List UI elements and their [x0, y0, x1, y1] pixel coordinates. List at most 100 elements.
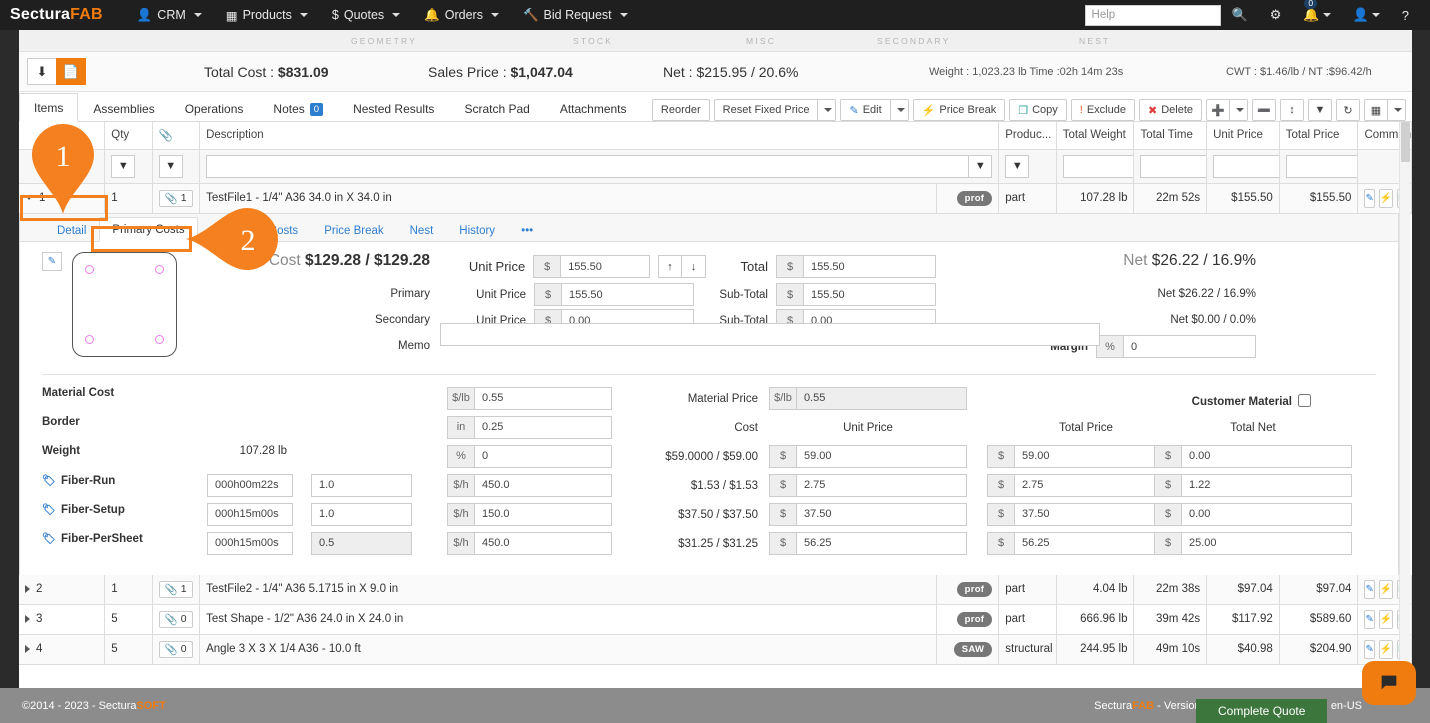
unit-price-primary-input[interactable]: [561, 283, 694, 306]
fiber-setup-time-input[interactable]: [207, 503, 293, 526]
customer-material-checkbox[interactable]: [1298, 394, 1311, 407]
columns-dropdown[interactable]: [1388, 99, 1406, 121]
fiber-persheet-qty-input[interactable]: [311, 532, 412, 555]
nav-item-orders[interactable]: 🔔 Orders: [412, 2, 511, 29]
fiber-persheet-total-net-input[interactable]: [1181, 532, 1352, 555]
edit-button[interactable]: ✎ Edit: [840, 99, 890, 121]
weight-pct-input[interactable]: [474, 445, 612, 468]
tab-items[interactable]: Items: [19, 93, 78, 122]
filter-product-button[interactable]: ▼: [1005, 155, 1029, 178]
row-index-cell[interactable]: 2: [19, 575, 105, 605]
filter-unit-price-input[interactable]: [1213, 155, 1279, 178]
nav-item-products[interactable]: ▦ Products: [214, 2, 320, 29]
col-header-description[interactable]: Description: [200, 122, 999, 149]
subtab-price-break[interactable]: Price Break: [311, 218, 396, 242]
subtab-nest[interactable]: Nest: [397, 218, 447, 242]
lightning-icon[interactable]: ⚡: [1379, 580, 1393, 599]
reset-fixed-price-button[interactable]: Reset Fixed Price: [714, 99, 819, 121]
document-button[interactable]: 📄: [56, 58, 86, 85]
edit-icon[interactable]: ✎: [1364, 610, 1374, 629]
fiber-persheet-time-input[interactable]: [207, 532, 293, 555]
filter-qty-button[interactable]: ▼: [111, 155, 135, 178]
border-input[interactable]: [474, 416, 612, 439]
col-header-total-time[interactable]: Total Time: [1134, 122, 1207, 149]
tab-notes[interactable]: Notes 0: [258, 94, 338, 122]
material-cost-input[interactable]: [474, 387, 612, 410]
fiber-setup-total-net-input[interactable]: [1181, 503, 1352, 526]
nav-item-quotes[interactable]: $ Quotes: [320, 2, 412, 28]
fiber-setup-qty-input[interactable]: [311, 503, 412, 526]
tab-assemblies[interactable]: Assemblies: [78, 94, 169, 122]
subtab-primary-costs[interactable]: Primary Costs: [99, 217, 197, 242]
table-row[interactable]: 1 1 📎1 TestFile1 - 1/4" A36 34.0 in X 34…: [19, 183, 1412, 213]
grid-vertical-scrollbar[interactable]: [1399, 122, 1410, 665]
gear-icon[interactable]: ⚙: [1259, 1, 1293, 29]
subtab-history[interactable]: History: [446, 218, 508, 242]
fiber-run-total-net-input[interactable]: [1181, 474, 1352, 497]
fiber-setup-unit-price-input[interactable]: [796, 503, 967, 526]
row-index-cell[interactable]: 1: [19, 183, 105, 213]
fiber-run-qty-input[interactable]: [311, 474, 412, 497]
edit-icon[interactable]: ✎: [1364, 189, 1374, 208]
filter-button[interactable]: ▼: [1308, 99, 1332, 121]
delete-button[interactable]: ✖ Delete: [1139, 99, 1202, 121]
help-search-input[interactable]: [1085, 5, 1221, 26]
material-total-net-input[interactable]: [1181, 445, 1352, 468]
remove-button[interactable]: ➖: [1252, 99, 1276, 121]
subtotal-1-input[interactable]: [803, 283, 936, 306]
nav-item-crm[interactable]: 👤 CRM: [125, 2, 214, 29]
expand-triangle-icon[interactable]: [25, 645, 30, 653]
chat-support-button[interactable]: [1362, 661, 1416, 705]
edit-geometry-button[interactable]: ✎: [42, 252, 62, 271]
notifications-bell-icon[interactable]: 0 🔔: [1292, 1, 1341, 29]
app-logo[interactable]: SecturaFAB: [10, 6, 103, 24]
lightning-icon[interactable]: ⚡: [1379, 610, 1393, 629]
unit-price-main-input[interactable]: [560, 255, 650, 278]
decrease-price-button[interactable]: ↓: [682, 255, 706, 278]
exclude-button[interactable]: ! Exclude: [1071, 99, 1135, 121]
filter-total-price-input[interactable]: [1286, 155, 1358, 178]
expand-triangle-icon[interactable]: [25, 585, 30, 593]
fiber-run-rate-input[interactable]: [474, 474, 612, 497]
fiber-persheet-unit-price-input[interactable]: [796, 532, 967, 555]
col-header-attachments[interactable]: 📎: [152, 122, 199, 149]
filter-attachments-button[interactable]: ▼: [159, 155, 183, 178]
col-header-unit-price[interactable]: Unit Price: [1207, 122, 1280, 149]
col-header-qty[interactable]: Qty: [105, 122, 152, 149]
user-account-icon[interactable]: 👤: [1342, 1, 1391, 29]
columns-button[interactable]: ▦: [1364, 99, 1388, 121]
subtab-more[interactable]: •••: [508, 218, 546, 242]
tab-attachments[interactable]: Attachments: [545, 94, 642, 122]
reset-fixed-price-dropdown[interactable]: [818, 99, 836, 121]
copy-button[interactable]: ❐ Copy: [1009, 99, 1067, 121]
download-button[interactable]: ⬇: [27, 58, 57, 85]
subtab-secondary-costs[interactable]: Secondary Costs: [198, 218, 312, 242]
attachment-button[interactable]: 📎1: [159, 581, 193, 598]
filter-weight-input[interactable]: [1063, 155, 1134, 178]
filter-description-button[interactable]: ▼: [968, 155, 992, 178]
table-row[interactable]: 3 5 📎0 Test Shape - 1/2" A36 24.0 in X 2…: [19, 604, 1412, 634]
tab-nested-results[interactable]: Nested Results: [338, 94, 449, 122]
fiber-run-time-input[interactable]: [207, 474, 293, 497]
filter-time-input[interactable]: [1140, 155, 1206, 178]
filter-description-input[interactable]: [206, 155, 968, 178]
total-input[interactable]: [803, 255, 936, 278]
attachment-button[interactable]: 📎0: [159, 641, 193, 658]
attachment-button[interactable]: 📎1: [159, 190, 193, 207]
row-index-cell[interactable]: 3: [19, 604, 105, 634]
row-height-button[interactable]: ↕: [1280, 99, 1304, 121]
attachment-button[interactable]: 📎0: [159, 611, 193, 628]
part-shape-preview[interactable]: [72, 252, 177, 357]
add-button[interactable]: ➕: [1206, 99, 1230, 121]
edit-dropdown[interactable]: [891, 99, 909, 121]
refresh-button[interactable]: ↻: [1336, 99, 1360, 121]
row-index-cell[interactable]: 4: [19, 634, 105, 664]
nav-item-bid-request[interactable]: 🔨 Bid Request: [511, 2, 640, 29]
tab-operations[interactable]: Operations: [170, 94, 259, 122]
increase-price-button[interactable]: ↑: [658, 255, 682, 278]
tab-scratch-pad[interactable]: Scratch Pad: [449, 94, 544, 122]
memo-input[interactable]: [440, 323, 1100, 346]
expand-triangle-icon[interactable]: [25, 615, 30, 623]
table-row[interactable]: 2 1 📎1 TestFile2 - 1/4" A36 5.1715 in X …: [19, 575, 1412, 605]
subtab-detail[interactable]: Detail: [44, 218, 99, 242]
